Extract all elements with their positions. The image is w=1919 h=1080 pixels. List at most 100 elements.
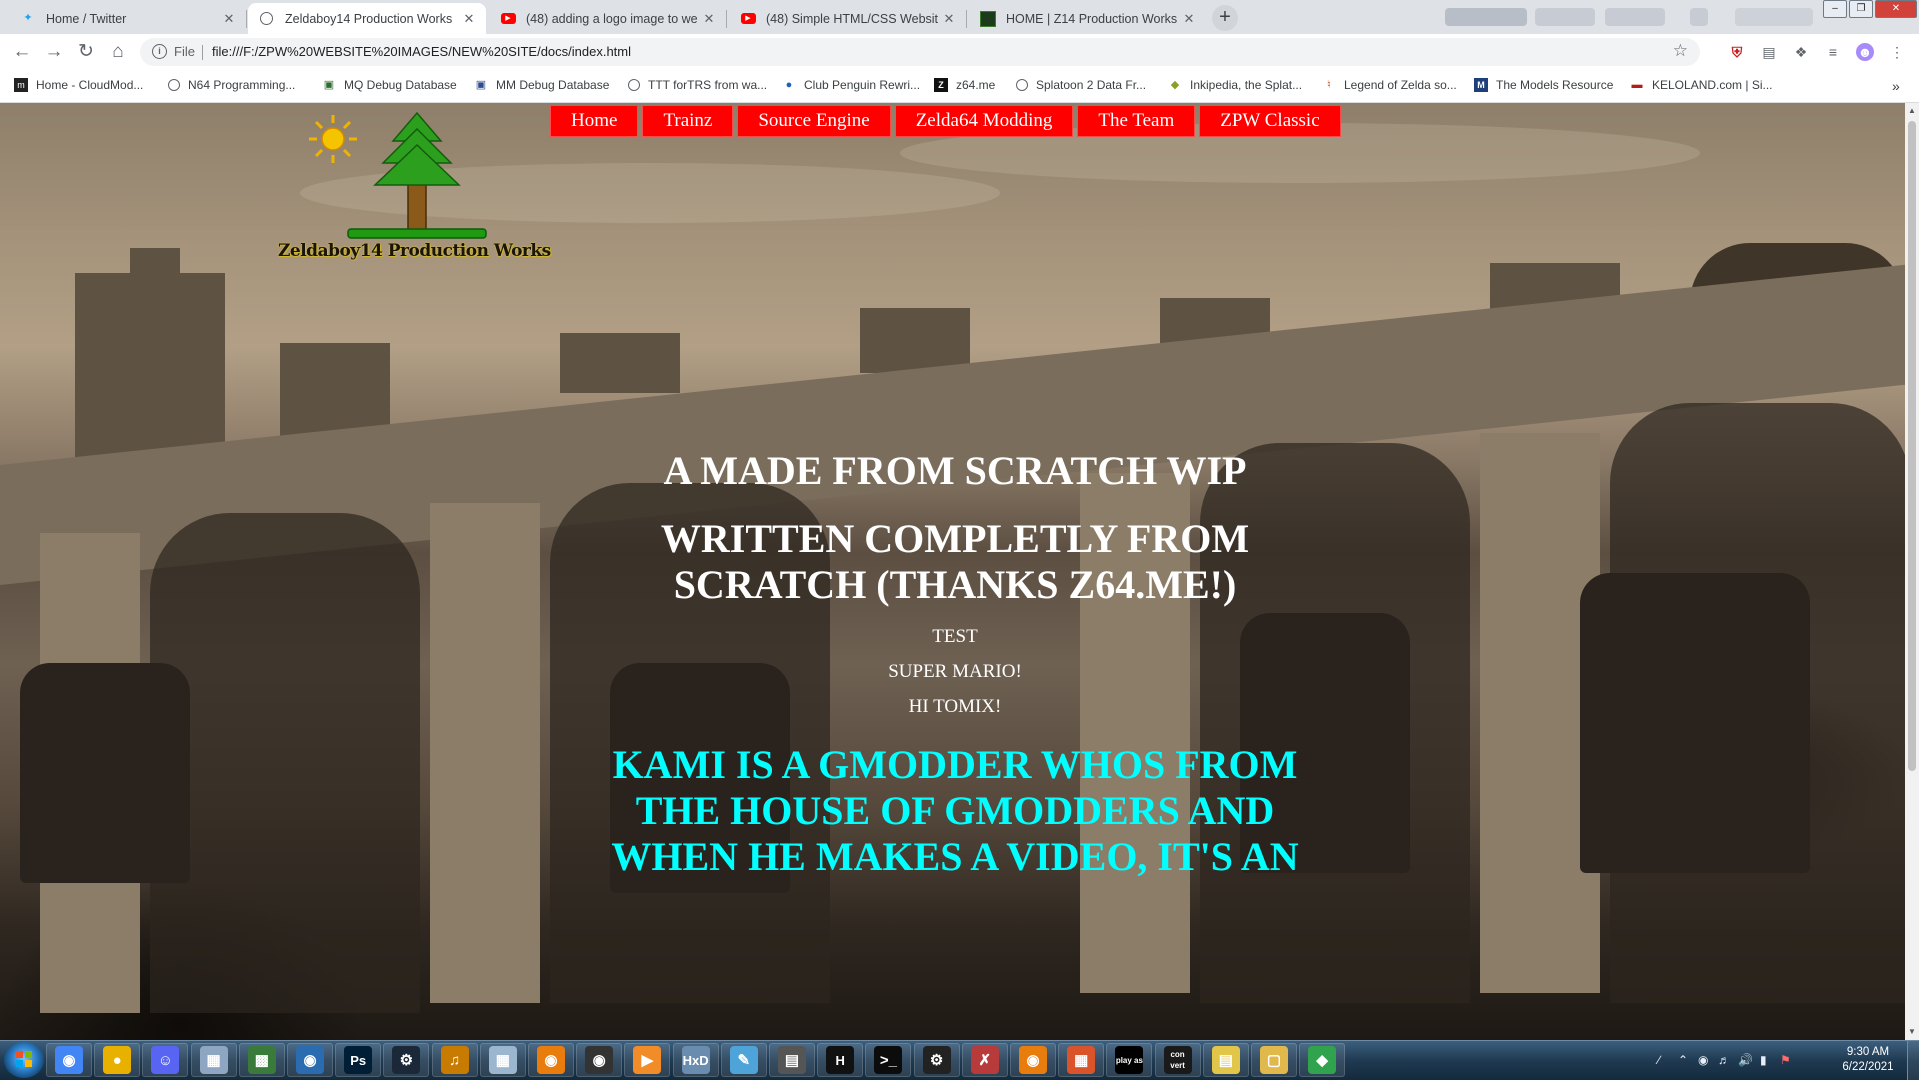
nav-home[interactable]: Home: [550, 105, 639, 137]
mario-icon: ●: [103, 1046, 132, 1074]
show-desktop-button[interactable]: [1907, 1041, 1919, 1080]
scroll-up-icon[interactable]: ▲: [1908, 106, 1916, 115]
taskbar-app-button[interactable]: ◆: [1299, 1043, 1346, 1077]
taskbar-app-button[interactable]: play as: [1106, 1043, 1153, 1077]
nav-source-engine[interactable]: Source Engine: [737, 105, 891, 137]
close-icon[interactable]: ✕: [218, 11, 240, 27]
keloland-icon: ▬: [1631, 79, 1643, 91]
reload-icon[interactable]: ↻: [72, 39, 100, 65]
tab-strip: ✦ Home / Twitter ✕ Zeldaboy14 Production…: [0, 0, 1919, 34]
puzzle-icon[interactable]: ❖: [1792, 43, 1810, 61]
bookmarks-overflow-icon[interactable]: »: [1892, 78, 1900, 94]
bookmark-item[interactable]: m Home - CloudMod...: [14, 78, 143, 92]
calculator-icon: ▦: [488, 1046, 517, 1074]
nav-zelda64-modding[interactable]: Zelda64 Modding: [894, 105, 1074, 137]
close-icon[interactable]: ✕: [1178, 11, 1200, 27]
taskbar-app-button[interactable]: HxD: [672, 1043, 719, 1077]
menu-icon[interactable]: ⋮: [1888, 43, 1906, 61]
bookmark-item[interactable]: ● Club Penguin Rewri...: [782, 78, 920, 92]
info-icon[interactable]: i: [152, 44, 167, 59]
tab-zeldaboy14[interactable]: Zeldaboy14 Production Works ✕: [248, 3, 486, 34]
bookmark-item[interactable]: ◆ Inkipedia, the Splat...: [1168, 78, 1302, 92]
network-icon[interactable]: ▮: [1760, 1053, 1767, 1067]
start-button[interactable]: [4, 1042, 44, 1078]
steam-tray-icon[interactable]: ◉: [1698, 1053, 1708, 1067]
extension-icon[interactable]: ▤: [1760, 43, 1778, 61]
taskbar-app-button[interactable]: ▢: [1251, 1043, 1297, 1077]
taskbar-app-button[interactable]: Ps: [335, 1043, 382, 1077]
taskbar-app-button[interactable]: H: [817, 1043, 864, 1077]
bookmark-item[interactable]: ▬ KELOLAND.com | Si...: [1630, 78, 1773, 92]
close-window-icon[interactable]: ✕: [1875, 0, 1917, 18]
taskbar-app-button[interactable]: ▦: [1058, 1043, 1105, 1077]
taskbar-app-button[interactable]: con vert: [1154, 1043, 1201, 1077]
home-icon[interactable]: ⌂: [104, 39, 132, 65]
scroll-down-icon[interactable]: ▼: [1908, 1027, 1916, 1036]
bookmark-item[interactable]: ▣ MQ Debug Database: [322, 78, 457, 92]
minimize-icon[interactable]: –: [1823, 0, 1847, 18]
nav-zpw-classic[interactable]: ZPW Classic: [1199, 105, 1341, 137]
pen-icon[interactable]: ∕: [1658, 1053, 1660, 1067]
reading-list-icon[interactable]: ≡: [1824, 43, 1842, 61]
taskbar-app-button[interactable]: ▦: [479, 1043, 526, 1077]
bookmark-item[interactable]: TTT forTRS from wa...: [628, 78, 767, 92]
taskbar-app-button[interactable]: ⚙: [383, 1043, 430, 1077]
taskbar-app-button[interactable]: ◉: [528, 1043, 574, 1077]
taskbar-app-button[interactable]: ♫: [431, 1043, 478, 1077]
taskbar-app-button[interactable]: ◉: [1010, 1043, 1056, 1077]
new-tab-button[interactable]: +: [1212, 5, 1238, 31]
profile-avatar[interactable]: ☻: [1856, 43, 1874, 61]
scroll-thumb[interactable]: [1908, 121, 1916, 771]
audio-device-icon[interactable]: ♬: [1718, 1053, 1730, 1067]
window-title-blob: [1735, 8, 1813, 26]
ublock-icon[interactable]: ⛨: [1728, 43, 1746, 61]
bookmark-star-icon[interactable]: ☆: [1673, 41, 1688, 61]
page-scrollbar[interactable]: ▲ ▼: [1905, 103, 1919, 1040]
bookmark-item[interactable]: Splatoon 2 Data Fr...: [1016, 78, 1146, 92]
taskbar-app-button[interactable]: ▩: [238, 1043, 285, 1077]
tray-up-icon[interactable]: ⌃: [1678, 1053, 1688, 1067]
taskbar-app-button[interactable]: ▤: [769, 1043, 815, 1077]
taskbar-app-button[interactable]: ◉: [287, 1043, 333, 1077]
tab-separator: [966, 10, 967, 28]
taskbar-app-button[interactable]: >_: [865, 1043, 912, 1077]
taskbar-app-button[interactable]: ◉: [576, 1043, 623, 1077]
site-logo[interactable]: Zeldaboy14 Production Works: [278, 111, 563, 271]
back-icon[interactable]: ←: [8, 39, 36, 65]
music-icon: ♮: [1327, 79, 1331, 91]
volume-icon[interactable]: 🔊: [1738, 1053, 1753, 1067]
taskbar-app-button[interactable]: ▤: [1202, 1043, 1249, 1077]
close-icon[interactable]: ✕: [458, 11, 480, 27]
chip-icon: ▤: [778, 1046, 806, 1074]
nav-trainz[interactable]: Trainz: [642, 105, 734, 137]
bookmark-item[interactable]: ▣ MM Debug Database: [474, 78, 610, 92]
close-icon[interactable]: ✕: [698, 11, 720, 27]
tab-separator: [726, 10, 727, 28]
bookmark-item[interactable]: ♮ Legend of Zelda so...: [1322, 78, 1457, 92]
taskbar-app-button[interactable]: ☺: [142, 1043, 189, 1077]
close-icon[interactable]: ✕: [938, 11, 960, 27]
bookmark-item[interactable]: M The Models Resource: [1474, 78, 1613, 92]
taskbar-app-button[interactable]: ●: [94, 1043, 141, 1077]
taskbar-app-button[interactable]: ⚙: [913, 1043, 960, 1077]
maximize-icon[interactable]: ❐: [1849, 0, 1873, 18]
tree-logo-icon: [309, 111, 487, 239]
taskbar-app-button[interactable]: ▦: [190, 1043, 237, 1077]
taskbar-app-button[interactable]: ◉: [46, 1043, 92, 1077]
bookmark-item[interactable]: Zz64.me: [934, 78, 995, 92]
tab-youtube-logo[interactable]: ▶ (48) adding a logo image to web ✕: [488, 3, 726, 34]
forward-icon[interactable]: →: [40, 39, 68, 65]
address-bar[interactable]: i File file:///F:/ZPW%20WEBSITE%20IMAGES…: [140, 38, 1700, 66]
tab-twitter[interactable]: ✦ Home / Twitter ✕: [8, 3, 246, 34]
film-icon: ⚙: [922, 1046, 951, 1074]
taskbar-app-button[interactable]: ▶: [624, 1043, 671, 1077]
notification-flag-icon[interactable]: ⚑: [1780, 1053, 1791, 1067]
url-text[interactable]: file:///F:/ZPW%20WEBSITE%20IMAGES/NEW%20…: [212, 44, 631, 59]
bookmark-item[interactable]: N64 Programming...: [168, 78, 295, 92]
taskbar-app-button[interactable]: ✎: [720, 1043, 767, 1077]
clock[interactable]: 9:30 AM 6/22/2021: [1835, 1045, 1901, 1075]
taskbar-app-button[interactable]: ✗: [961, 1043, 1008, 1077]
tab-z14-home[interactable]: HOME | Z14 Production Works ✕: [968, 3, 1206, 34]
nav-the-team[interactable]: The Team: [1077, 105, 1196, 137]
tab-youtube-html[interactable]: ▶ (48) Simple HTML/CSS Website w ✕: [728, 3, 966, 34]
